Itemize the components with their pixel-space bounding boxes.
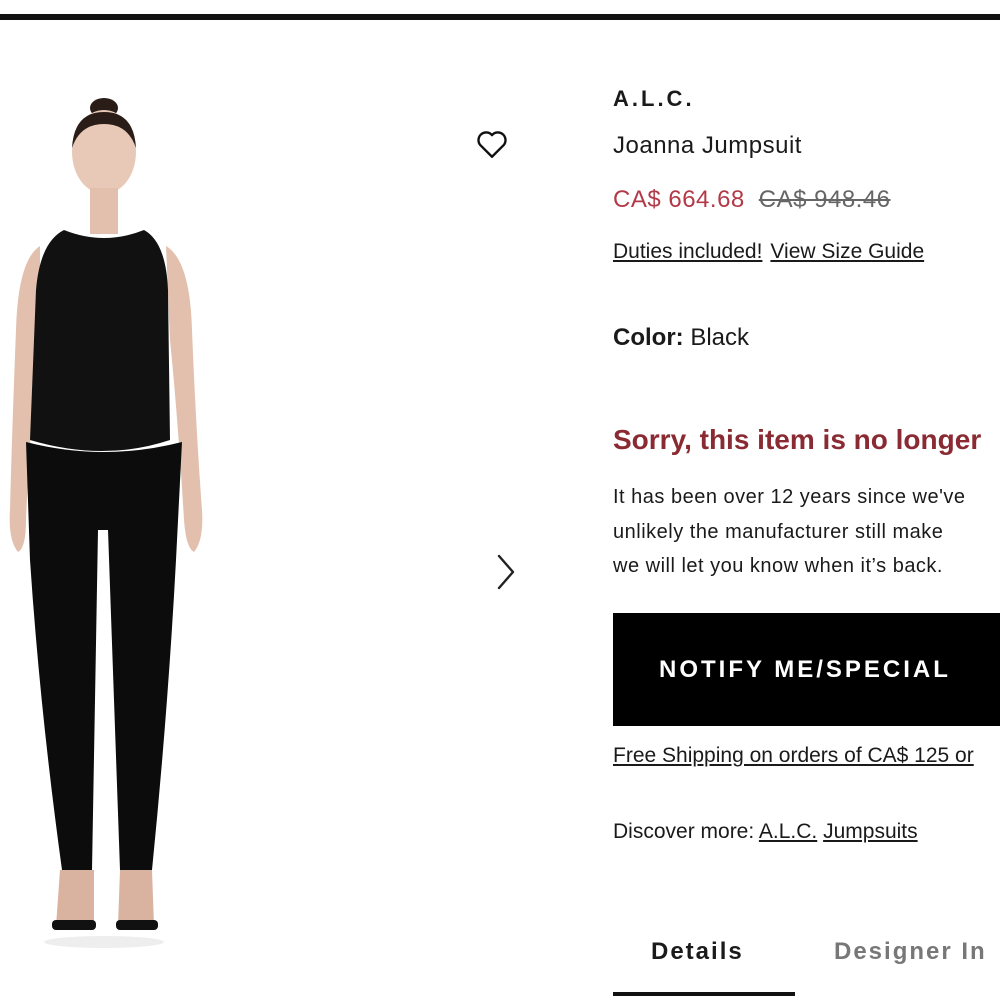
discover-label: Discover more: [613, 820, 755, 843]
discover-more: Discover more: A.L.C. Jumpsuits [613, 820, 918, 844]
original-price: CA$ 948.46 [758, 186, 891, 213]
message-line: unlikely the manufacturer still make [613, 520, 944, 543]
active-tab-indicator [613, 992, 795, 996]
price-row: CA$ 664.68 CA$ 948.46 [613, 186, 891, 214]
color-value: Black [690, 324, 750, 351]
duties-info-link[interactable]: Duties included! [613, 240, 762, 263]
unavailable-heading: Sorry, this item is no longer [613, 424, 982, 455]
message-line: we will let you know when it’s back. [613, 555, 943, 577]
product-image [0, 90, 220, 960]
product-name: Joanna Jumpsuit [613, 132, 802, 159]
product-details-panel: A.L.C. Joanna Jumpsuit CA$ 664.68 CA$ 948… [613, 0, 1000, 1000]
brand-name[interactable]: A.L.C. [613, 86, 695, 112]
next-image-chevron-right-icon[interactable] [490, 550, 522, 594]
color-selection: Color: Black [613, 324, 749, 352]
color-label: Color: [613, 324, 684, 351]
tab-designer-info[interactable]: Designer In [834, 938, 987, 966]
discover-link-brand[interactable]: A.L.C. [759, 820, 817, 843]
message-line: It has been over 12 years since we've [613, 486, 966, 508]
sale-price: CA$ 664.68 [613, 186, 745, 213]
unavailable-message: It has been over 12 years since we've un… [613, 480, 966, 584]
notify-me-button[interactable]: NOTIFY ME/SPECIAL [613, 613, 1000, 726]
wishlist-heart-icon[interactable] [474, 126, 510, 162]
price-links-row: Duties included! View Size Guide [613, 240, 924, 264]
product-info-tabs: Details Designer In [613, 938, 1000, 1000]
size-guide-link[interactable]: View Size Guide [770, 240, 924, 263]
tab-details[interactable]: Details [651, 938, 744, 966]
free-shipping-link[interactable]: Free Shipping on orders of CA$ 125 or [613, 744, 974, 768]
discover-link-category[interactable]: Jumpsuits [823, 820, 918, 843]
